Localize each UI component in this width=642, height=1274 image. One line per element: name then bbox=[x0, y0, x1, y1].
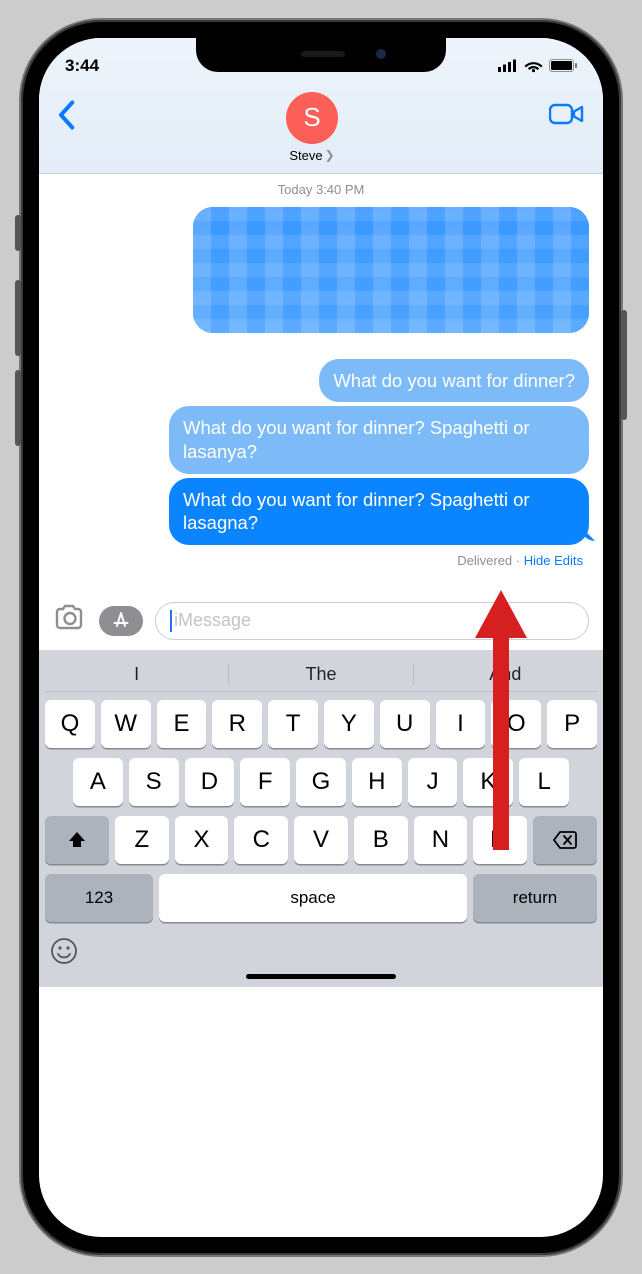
facetime-button[interactable] bbox=[549, 102, 585, 131]
key-r[interactable]: R bbox=[212, 700, 262, 748]
backspace-key[interactable] bbox=[533, 816, 597, 864]
status-time: 3:44 bbox=[65, 56, 99, 76]
key-n[interactable]: N bbox=[414, 816, 468, 864]
notch bbox=[196, 38, 446, 72]
key-k[interactable]: K bbox=[463, 758, 513, 806]
composer-bar: iMessage bbox=[39, 594, 603, 650]
video-icon bbox=[549, 102, 585, 126]
return-key[interactable]: return bbox=[473, 874, 597, 922]
avatar: S bbox=[286, 92, 338, 144]
wifi-icon bbox=[524, 59, 543, 73]
keyboard: I The And Q W E R T Y U I O P A S D F bbox=[39, 650, 603, 987]
message-input[interactable]: iMessage bbox=[155, 602, 589, 640]
key-m[interactable]: M bbox=[473, 816, 527, 864]
key-v[interactable]: V bbox=[294, 816, 348, 864]
status-icons bbox=[498, 59, 577, 73]
suggestion[interactable]: And bbox=[414, 664, 597, 685]
messages-area[interactable]: Today 3:40 PM What do you want for dinne… bbox=[39, 174, 603, 594]
key-o[interactable]: O bbox=[491, 700, 541, 748]
quicktype-bar: I The And bbox=[45, 658, 597, 692]
delivered-label: Delivered bbox=[457, 553, 512, 568]
chevron-right-icon: ❯ bbox=[325, 148, 335, 162]
key-l[interactable]: L bbox=[519, 758, 569, 806]
key-x[interactable]: X bbox=[175, 816, 229, 864]
shift-key[interactable] bbox=[45, 816, 109, 864]
key-c[interactable]: C bbox=[234, 816, 288, 864]
message-placeholder: iMessage bbox=[174, 610, 251, 631]
space-key[interactable]: space bbox=[159, 874, 467, 922]
key-b[interactable]: B bbox=[354, 816, 408, 864]
message-edit-history[interactable]: What do you want for dinner? bbox=[319, 359, 589, 403]
conversation-header: S Steve ❯ bbox=[39, 86, 603, 174]
backspace-icon bbox=[552, 830, 578, 850]
cellular-icon bbox=[498, 59, 518, 72]
camera-icon bbox=[53, 604, 87, 632]
key-i[interactable]: I bbox=[436, 700, 486, 748]
key-w[interactable]: W bbox=[101, 700, 151, 748]
avatar-initial: S bbox=[303, 102, 320, 133]
key-z[interactable]: Z bbox=[115, 816, 169, 864]
message-text: What do you want for dinner? Spaghetti o… bbox=[183, 417, 530, 462]
key-e[interactable]: E bbox=[157, 700, 207, 748]
text-cursor bbox=[170, 610, 172, 632]
message-text: What do you want for dinner? bbox=[333, 370, 575, 391]
camera-button[interactable] bbox=[53, 604, 87, 637]
contact-name: Steve bbox=[289, 148, 322, 163]
app-store-icon bbox=[111, 611, 131, 631]
back-button[interactable] bbox=[57, 100, 75, 139]
key-p[interactable]: P bbox=[547, 700, 597, 748]
key-d[interactable]: D bbox=[185, 758, 235, 806]
timestamp: Today 3:40 PM bbox=[53, 182, 589, 197]
chevron-left-icon bbox=[57, 100, 75, 130]
message-edit-history[interactable]: What do you want for dinner? Spaghetti o… bbox=[169, 406, 589, 473]
key-h[interactable]: H bbox=[352, 758, 402, 806]
suggestion[interactable]: I bbox=[45, 664, 229, 685]
emoji-button[interactable] bbox=[49, 942, 79, 972]
message-text: What do you want for dinner? Spaghetti o… bbox=[183, 489, 530, 534]
key-g[interactable]: G bbox=[296, 758, 346, 806]
key-s[interactable]: S bbox=[129, 758, 179, 806]
key-q[interactable]: Q bbox=[45, 700, 95, 748]
key-t[interactable]: T bbox=[268, 700, 318, 748]
key-u[interactable]: U bbox=[380, 700, 430, 748]
battery-icon bbox=[549, 59, 577, 72]
key-j[interactable]: J bbox=[408, 758, 458, 806]
message-status-line: Delivered · Hide Edits bbox=[53, 549, 589, 570]
message-sent[interactable]: What do you want for dinner? Spaghetti o… bbox=[169, 478, 589, 545]
key-a[interactable]: A bbox=[73, 758, 123, 806]
home-indicator[interactable] bbox=[246, 974, 396, 979]
suggestion[interactable]: The bbox=[229, 664, 413, 685]
key-y[interactable]: Y bbox=[324, 700, 374, 748]
numbers-key[interactable]: 123 bbox=[45, 874, 153, 922]
app-store-button[interactable] bbox=[99, 606, 143, 636]
emoji-icon bbox=[49, 936, 79, 966]
message-redacted[interactable] bbox=[193, 207, 589, 333]
contact-header[interactable]: S Steve ❯ bbox=[286, 92, 338, 163]
key-f[interactable]: F bbox=[240, 758, 290, 806]
shift-icon bbox=[66, 829, 88, 851]
hide-edits-button[interactable]: Hide Edits bbox=[524, 553, 583, 568]
